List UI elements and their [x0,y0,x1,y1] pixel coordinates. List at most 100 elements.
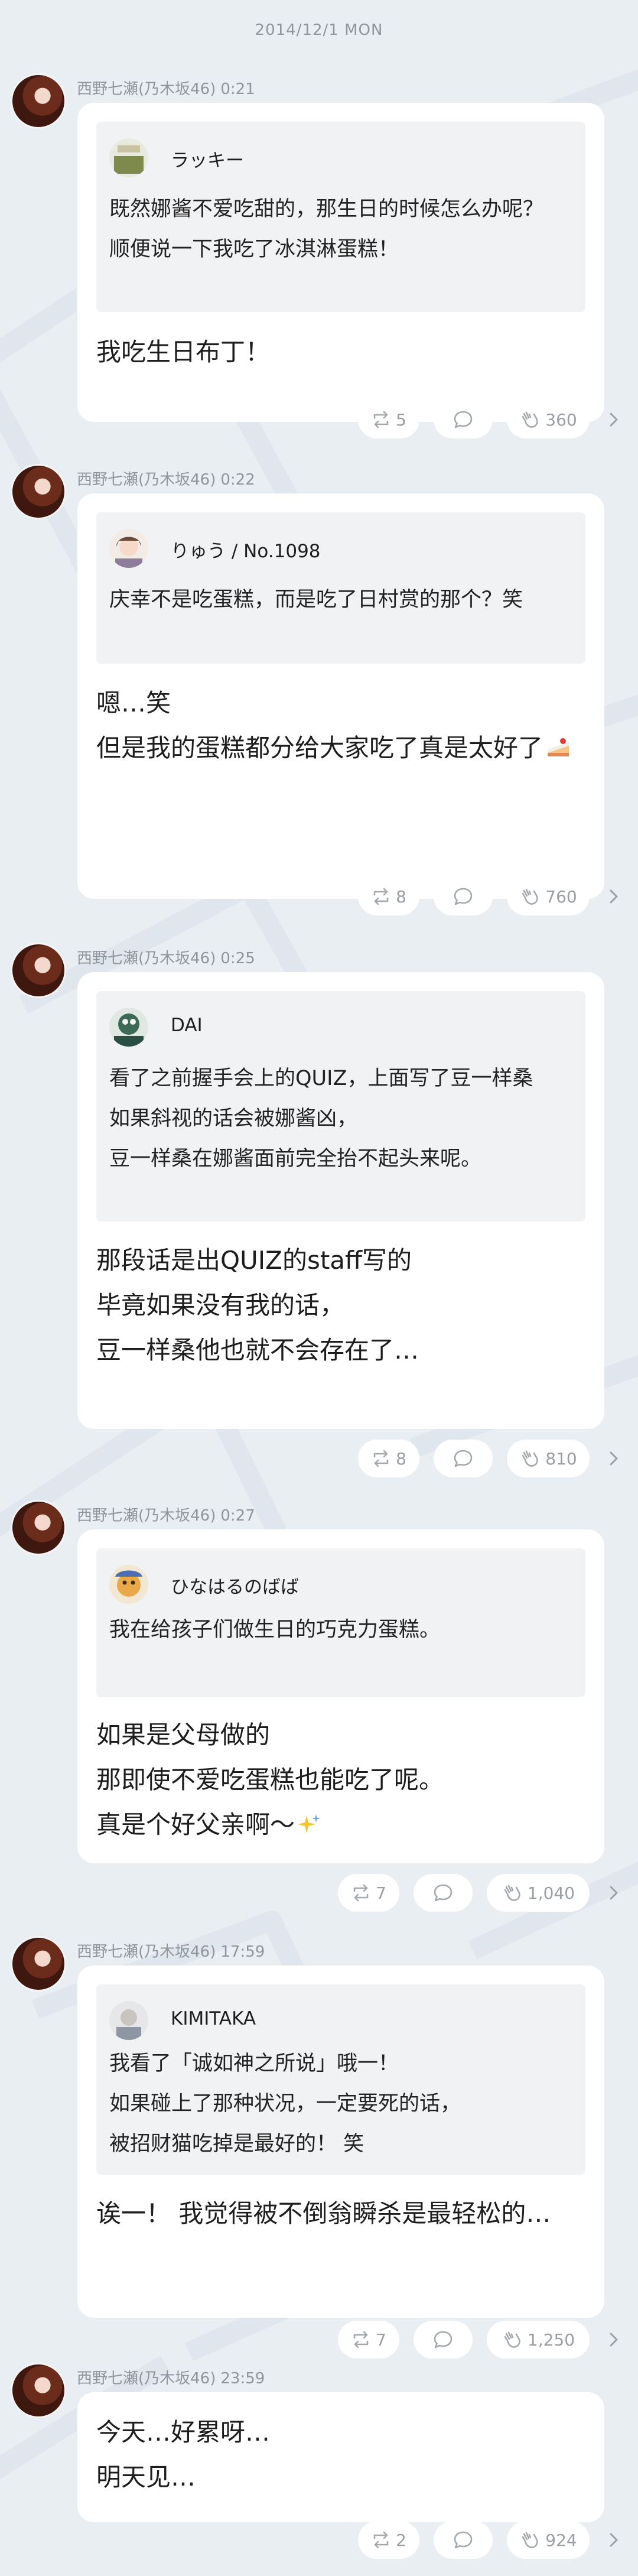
cake-emoji [548,738,569,756]
post-6: 西野七瀬(乃木坂46) 23:59 今天…好累呀… 明天见… 2 924 [0,2363,638,2564]
message-bubble: DAI 看了之前握手会上的QUIZ，上面写了豆一样桑 如果斜视的话会被娜酱凶， … [77,972,604,1429]
commenter-name: KIMITAKA [171,2008,256,2029]
message-bubble: りゅう / No.1098 庆幸不是吃蛋糕，而是吃了日村赏的那个？笑 嗯…笑 但… [77,493,604,899]
author-avatar[interactable] [11,464,66,519]
commenter-avatar [109,529,148,568]
repost-button[interactable]: 5 [358,401,419,438]
repost-button[interactable]: 7 [338,2321,399,2359]
author-name: 西野七瀬(乃木坂46) [77,1943,216,1961]
author-avatar[interactable] [11,73,66,129]
quoted-line: 看了之前握手会上的QUIZ，上面写了豆一样桑 [109,1067,533,1090]
chevron-right-icon[interactable] [605,1882,623,1903]
repost-button[interactable]: 7 [338,1874,399,1912]
clap-icon [522,2532,538,2548]
author-avatar[interactable] [11,943,66,998]
commenter-name: りゅう / No.1098 [171,541,321,562]
like-count: 360 [545,410,577,430]
author-name: 西野七瀬(乃木坂46) [77,1507,216,1525]
like-button[interactable]: 1,250 [487,2321,590,2359]
like-button[interactable]: 760 [507,878,590,915]
repost-count: 8 [396,886,406,907]
message-line: 那即使不爱吃蛋糕也能吃了呢。 [96,1765,444,1794]
message-line: 明天见… [96,2463,196,2491]
chevron-right-icon[interactable] [605,1448,623,1469]
like-button[interactable]: 810 [507,1440,590,1477]
message-text: 今天…好累呀… 明天见… [96,2410,590,2500]
repost-count: 2 [396,2530,406,2550]
quoted-line: 如果碰上了那种状况，一定要死的话， [109,2092,461,2116]
comment-button[interactable] [414,2321,473,2359]
chevron-right-icon[interactable] [605,409,623,430]
like-count: 1,250 [527,2330,575,2350]
quoted-comment[interactable]: ラッキー 既然娜酱不爱吃甜的，那生日的时候怎么办呢？ 顺便说一下我吃了冰淇淋蛋糕… [96,122,585,312]
repost-count: 8 [396,1448,406,1469]
comment-button[interactable] [434,1440,493,1477]
quoted-line: 被招财猫吃掉是最好的！ 笑 [109,2132,364,2156]
author-avatar[interactable] [11,1500,66,1555]
message-line: 真是个好父亲啊〜 [96,1802,590,1847]
post-actions: 7 1,250 [0,2321,638,2359]
retweet-icon [373,888,389,905]
commenter-avatar [109,1008,148,1047]
clap-icon [522,411,538,428]
chevron-right-icon[interactable] [605,2329,623,2350]
quoted-text: 我在给孩子们做生日的巧克力蛋糕。 [109,1610,577,1650]
like-button[interactable]: 924 [507,2521,590,2559]
clap-icon [522,1450,538,1467]
quoted-comment[interactable]: ひなはるのばば 我在给孩子们做生日的巧克力蛋糕。 [96,1548,585,1697]
repost-button[interactable]: 8 [358,1440,419,1477]
quoted-comment[interactable]: DAI 看了之前握手会上的QUIZ，上面写了豆一样桑 如果斜视的话会被娜酱凶， … [96,991,585,1222]
post-4: 西野七瀬(乃木坂46) 0:27 ひなはるのばば 我在给孩子们做生日的巧克力蛋糕。… [0,1500,638,1925]
repost-button[interactable]: 2 [358,2521,419,2559]
like-count: 810 [545,1448,577,1469]
like-button[interactable]: 1,040 [487,1874,590,1912]
repost-button[interactable]: 8 [358,878,419,915]
message-line: 豆一样桑他也就不会存在了… [96,1336,419,1365]
repost-count: 7 [376,2330,386,2350]
post-actions: 5 360 [0,401,638,438]
clap-icon [504,2331,520,2348]
author-name: 西野七瀬(乃木坂46) [77,2370,216,2387]
comment-icon [434,2331,453,2348]
comment-button[interactable] [414,1874,473,1912]
quoted-comment[interactable]: KIMITAKA 我看了「诚如神之所说」哦一！ 如果碰上了那种状况，一定要死的话… [96,1984,585,2175]
quoted-line: 既然娜酱不爱吃甜的，那生日的时候怎么办呢？ [109,197,544,221]
message-line: 如果是父母做的 [96,1720,271,1749]
chevron-right-icon[interactable] [605,2529,623,2551]
post-actions: 2 924 [0,2521,638,2559]
quoted-comment[interactable]: りゅう / No.1098 庆幸不是吃蛋糕，而是吃了日村赏的那个？笑 [96,512,585,664]
post-meta: 西野七瀬(乃木坂46) 0:22 [77,467,255,489]
commenter-name: ラッキー [171,150,244,171]
chevron-right-icon[interactable] [605,886,623,907]
quoted-line: 豆一样桑在娜酱面前完全抬不起头来呢。 [109,1147,482,1171]
post-1: 西野七瀬(乃木坂46) 0:21 ラッキー 既然娜酱不爱吃甜的，那生日的时候怎么办… [0,73,638,451]
message-line: 毕竟如果没有我的话， [96,1291,345,1320]
date-header: 2014/12/1 MON [255,21,383,39]
message-text: 那段话是出QUIZ的staff写的 毕竟如果没有我的话， 豆一样桑他也就不会存在… [96,1238,590,1373]
message-text: 我吃生日布丁！ [96,330,590,375]
quoted-line: 如果斜视的话会被娜酱凶， [109,1107,358,1131]
quoted-text: 看了之前握手会上的QUIZ，上面写了豆一样桑 如果斜视的话会被娜酱凶， 豆一样桑… [109,1058,577,1179]
comment-button[interactable] [434,878,493,915]
message-bubble: ひなはるのばば 我在给孩子们做生日的巧克力蛋糕。 如果是父母做的 那即使不爱吃蛋… [77,1529,604,1863]
post-actions: 8 760 [0,878,638,915]
comment-icon [454,2531,473,2549]
post-meta: 西野七瀬(乃木坂46) 0:27 [77,1503,255,1525]
author-name: 西野七瀬(乃木坂46) [77,471,216,489]
post-actions: 8 810 [0,1440,638,1477]
post-time: 17:59 [220,1943,265,1961]
post-time: 0:22 [220,471,255,489]
quoted-line: 顺便说一下我吃了冰淇淋蛋糕！ [109,238,399,261]
comment-button[interactable] [434,401,493,438]
author-avatar[interactable] [11,2363,66,2418]
author-avatar[interactable] [11,1936,66,1992]
commenter-name: ひなはるのばば [171,1577,299,1598]
message-line: 今天…好累呀… [96,2418,271,2447]
message-bubble: ラッキー 既然娜酱不爱吃甜的，那生日的时候怎么办呢？ 顺便说一下我吃了冰淇淋蛋糕… [77,103,604,422]
author-name: 西野七瀬(乃木坂46) [77,80,216,98]
like-button[interactable]: 360 [507,401,590,438]
comment-button[interactable] [434,2521,493,2559]
post-actions: 7 1,040 [0,1874,638,1912]
commenter-avatar [109,138,148,177]
quoted-line: 我看了「诚如神之所说」哦一！ [109,2052,399,2075]
